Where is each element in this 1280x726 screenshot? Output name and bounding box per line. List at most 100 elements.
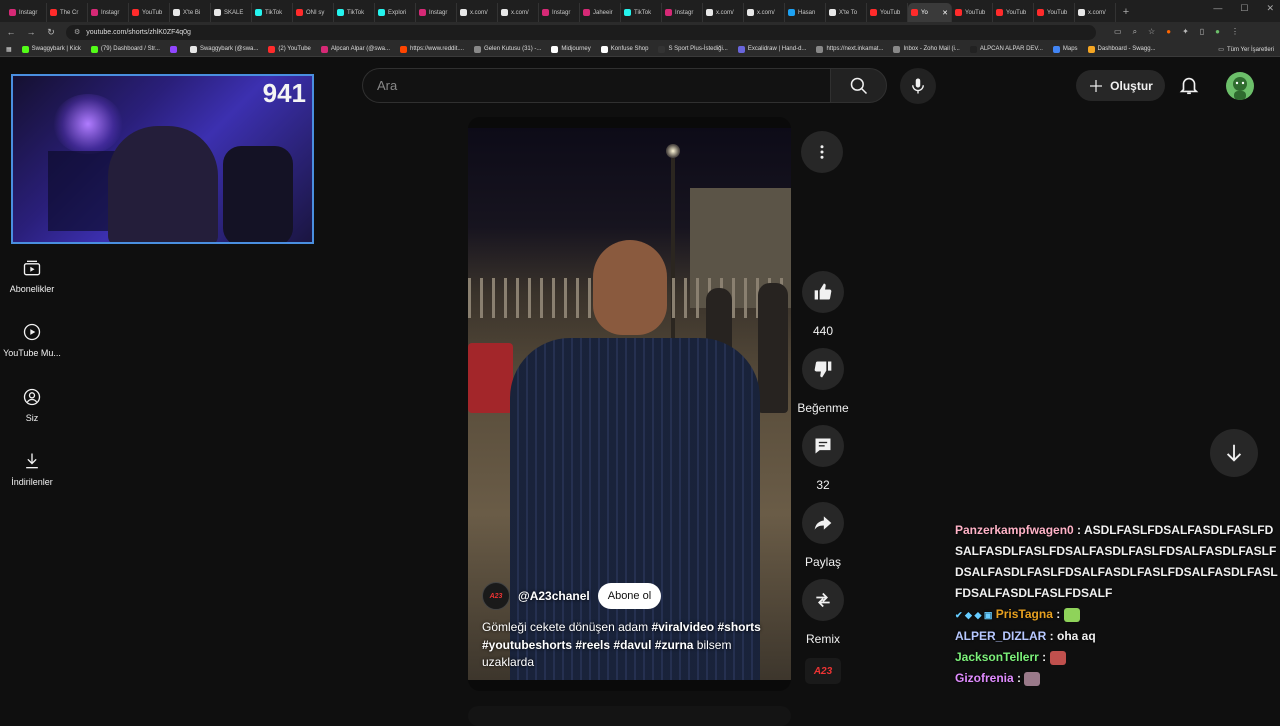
like-button[interactable] [802, 271, 844, 313]
apps-grid-icon[interactable]: ▦ [6, 46, 12, 53]
browser-tab[interactable]: Explori [375, 3, 416, 22]
reload-icon[interactable]: ↻ [46, 27, 56, 38]
browser-tab[interactable]: Instagr [539, 3, 580, 22]
create-label: Oluştur [1110, 78, 1153, 93]
browser-tab[interactable]: YouTub [993, 3, 1034, 22]
browser-tab[interactable]: X'te Bi [170, 3, 211, 22]
extension-icon[interactable]: ● [1166, 27, 1171, 37]
browser-tab[interactable]: TikTok [252, 3, 293, 22]
zoom-icon[interactable]: ⌕ [1133, 27, 1137, 37]
browser-tab[interactable]: Instagr [416, 3, 457, 22]
hashtag-link[interactable]: #reels [575, 638, 610, 652]
bookmark-item[interactable]: S Sport Plus-İstediği... [658, 45, 728, 53]
browser-tab[interactable]: x.com/ [498, 3, 539, 22]
url-field[interactable]: ⚙ youtube.com/shorts/zhlK0ZF4q0g [66, 24, 1096, 40]
bookmark-favicon-icon [1052, 45, 1060, 53]
browser-tab[interactable]: x.com/ [703, 3, 744, 22]
remix-button[interactable] [802, 579, 844, 621]
guide-youtube-music[interactable]: YouTube Mu... [0, 322, 64, 358]
browser-tab[interactable]: TikTok [621, 3, 662, 22]
browser-tab[interactable]: Jaheeir [580, 3, 621, 22]
browser-tab[interactable]: Instagr [88, 3, 129, 22]
voice-search-button[interactable] [900, 68, 936, 104]
create-button[interactable]: Oluştur [1076, 70, 1165, 101]
browser-tab[interactable]: X'te To [826, 3, 867, 22]
bookmark-item[interactable]: Excalidraw | Hand-d... [737, 45, 806, 53]
bookmark-item[interactable]: Dashboard - Swagg... [1087, 45, 1156, 53]
bookmark-item[interactable]: https://next.inkamat... [816, 45, 883, 53]
hashtag-link[interactable]: #zurna [655, 638, 694, 652]
short-video-player[interactable]: A23 @A23chanel Abone ol Gömleği cekete d… [468, 117, 791, 691]
search-button[interactable] [830, 68, 887, 103]
bookmark-item[interactable] [169, 45, 180, 53]
new-tab-button[interactable]: + [1116, 3, 1136, 22]
bookmark-item[interactable]: Alpcan Alpar (@swa... [320, 45, 390, 53]
sidebar-icon[interactable]: ▯ [1200, 27, 1204, 37]
close-tab-icon[interactable]: ✕ [942, 9, 948, 17]
maximize-icon[interactable]: ☐ [1240, 3, 1248, 14]
dislike-button[interactable] [802, 348, 844, 390]
menu-icon[interactable]: ⋮ [1231, 27, 1239, 37]
browser-tab[interactable]: TikTok [334, 3, 375, 22]
search-input[interactable]: Ara [362, 68, 830, 103]
bookmark-item[interactable]: Gelen Kutusu (31) -... [474, 45, 541, 53]
browser-tab[interactable]: SKALE [211, 3, 252, 22]
browser-tab[interactable]: Hasan [785, 3, 826, 22]
guide-subscriptions[interactable]: Abonelikler [0, 258, 64, 294]
search-icon [850, 77, 867, 94]
browser-tab[interactable]: Instagr [662, 3, 703, 22]
forward-icon[interactable]: → [26, 27, 36, 37]
minimize-icon[interactable]: — [1213, 3, 1222, 14]
bookmark-favicon-icon [90, 45, 98, 53]
bookmark-item[interactable]: Swaggybark | Kick [21, 45, 81, 53]
hashtag-link[interactable]: #viralvideo [651, 620, 714, 634]
browser-tab[interactable]: x.com/ [457, 3, 498, 22]
sound-thumbnail[interactable]: A23 [805, 658, 841, 684]
avatar[interactable] [1226, 72, 1254, 100]
browser-tab[interactable]: YouTub [129, 3, 170, 22]
browser-tab[interactable]: YouTub [1034, 3, 1075, 22]
browser-tab[interactable]: x.com/ [744, 3, 785, 22]
bookmark-item[interactable]: (2) YouTube [268, 45, 311, 53]
bookmark-item[interactable]: Konfuse Shop [600, 45, 649, 53]
extensions-puzzle-icon[interactable]: ✦ [1182, 27, 1189, 37]
more-options-button[interactable] [801, 131, 843, 173]
close-window-icon[interactable]: ✕ [1266, 3, 1274, 14]
profile-icon[interactable]: ● [1215, 27, 1220, 37]
cast-icon[interactable]: ▭ [1114, 27, 1122, 37]
notifications-button[interactable] [1178, 74, 1200, 96]
back-icon[interactable]: ← [6, 27, 16, 37]
next-short-button[interactable] [1210, 429, 1258, 477]
bookmark-item[interactable]: (79) Dashboard / Str... [90, 45, 160, 53]
all-bookmarks-button[interactable]: ▭ Tüm Yer İşaretleri [1212, 42, 1274, 56]
bookmark-item[interactable]: Inbox - Zoho Mail (i... [893, 45, 960, 53]
site-info-icon[interactable]: ⚙ [74, 28, 80, 36]
bookmark-item[interactable]: ALPCAN ALPAR DEV... [969, 45, 1043, 53]
bookmark-item[interactable]: Maps [1052, 45, 1078, 53]
bookmark-star-icon[interactable]: ☆ [1148, 27, 1155, 37]
bookmark-item[interactable]: https://www.reddit.... [400, 45, 464, 53]
hashtag-link[interactable]: #shorts [717, 620, 760, 634]
tab-title: Explori [388, 9, 407, 16]
share-button[interactable] [802, 502, 844, 544]
browser-tab[interactable]: Yo ✕ [908, 3, 952, 22]
bookmark-item[interactable]: Midjourney [551, 45, 591, 53]
browser-tab[interactable]: Instagr [6, 3, 47, 22]
browser-tab[interactable]: The Cr [47, 3, 88, 22]
bookmark-item[interactable]: Swaggybark (@swa... [189, 45, 258, 53]
comments-button[interactable] [802, 425, 844, 467]
subscribe-button[interactable]: Abone ol [597, 583, 662, 609]
browser-tab[interactable]: ONI sy [293, 3, 334, 22]
channel-avatar[interactable]: A23 [482, 582, 510, 610]
guide-you[interactable]: Siz [0, 387, 64, 423]
short-description[interactable]: Gömleği cekete dönüşen adam #viralvideo … [482, 619, 782, 672]
hashtag-link[interactable]: #youtubeshorts [482, 638, 572, 652]
browser-tab[interactable]: YouTub [867, 3, 908, 22]
channel-name[interactable]: @A23chanel [518, 589, 590, 603]
guide-downloads[interactable]: İndirilenler [0, 451, 64, 487]
browser-tab[interactable]: YouTub [952, 3, 993, 22]
next-short-preview[interactable] [468, 706, 791, 726]
hashtag-link[interactable]: #davul [613, 638, 651, 652]
bookmark-label: Konfuse Shop [610, 46, 649, 52]
browser-tab[interactable]: x.com/ [1075, 3, 1116, 22]
